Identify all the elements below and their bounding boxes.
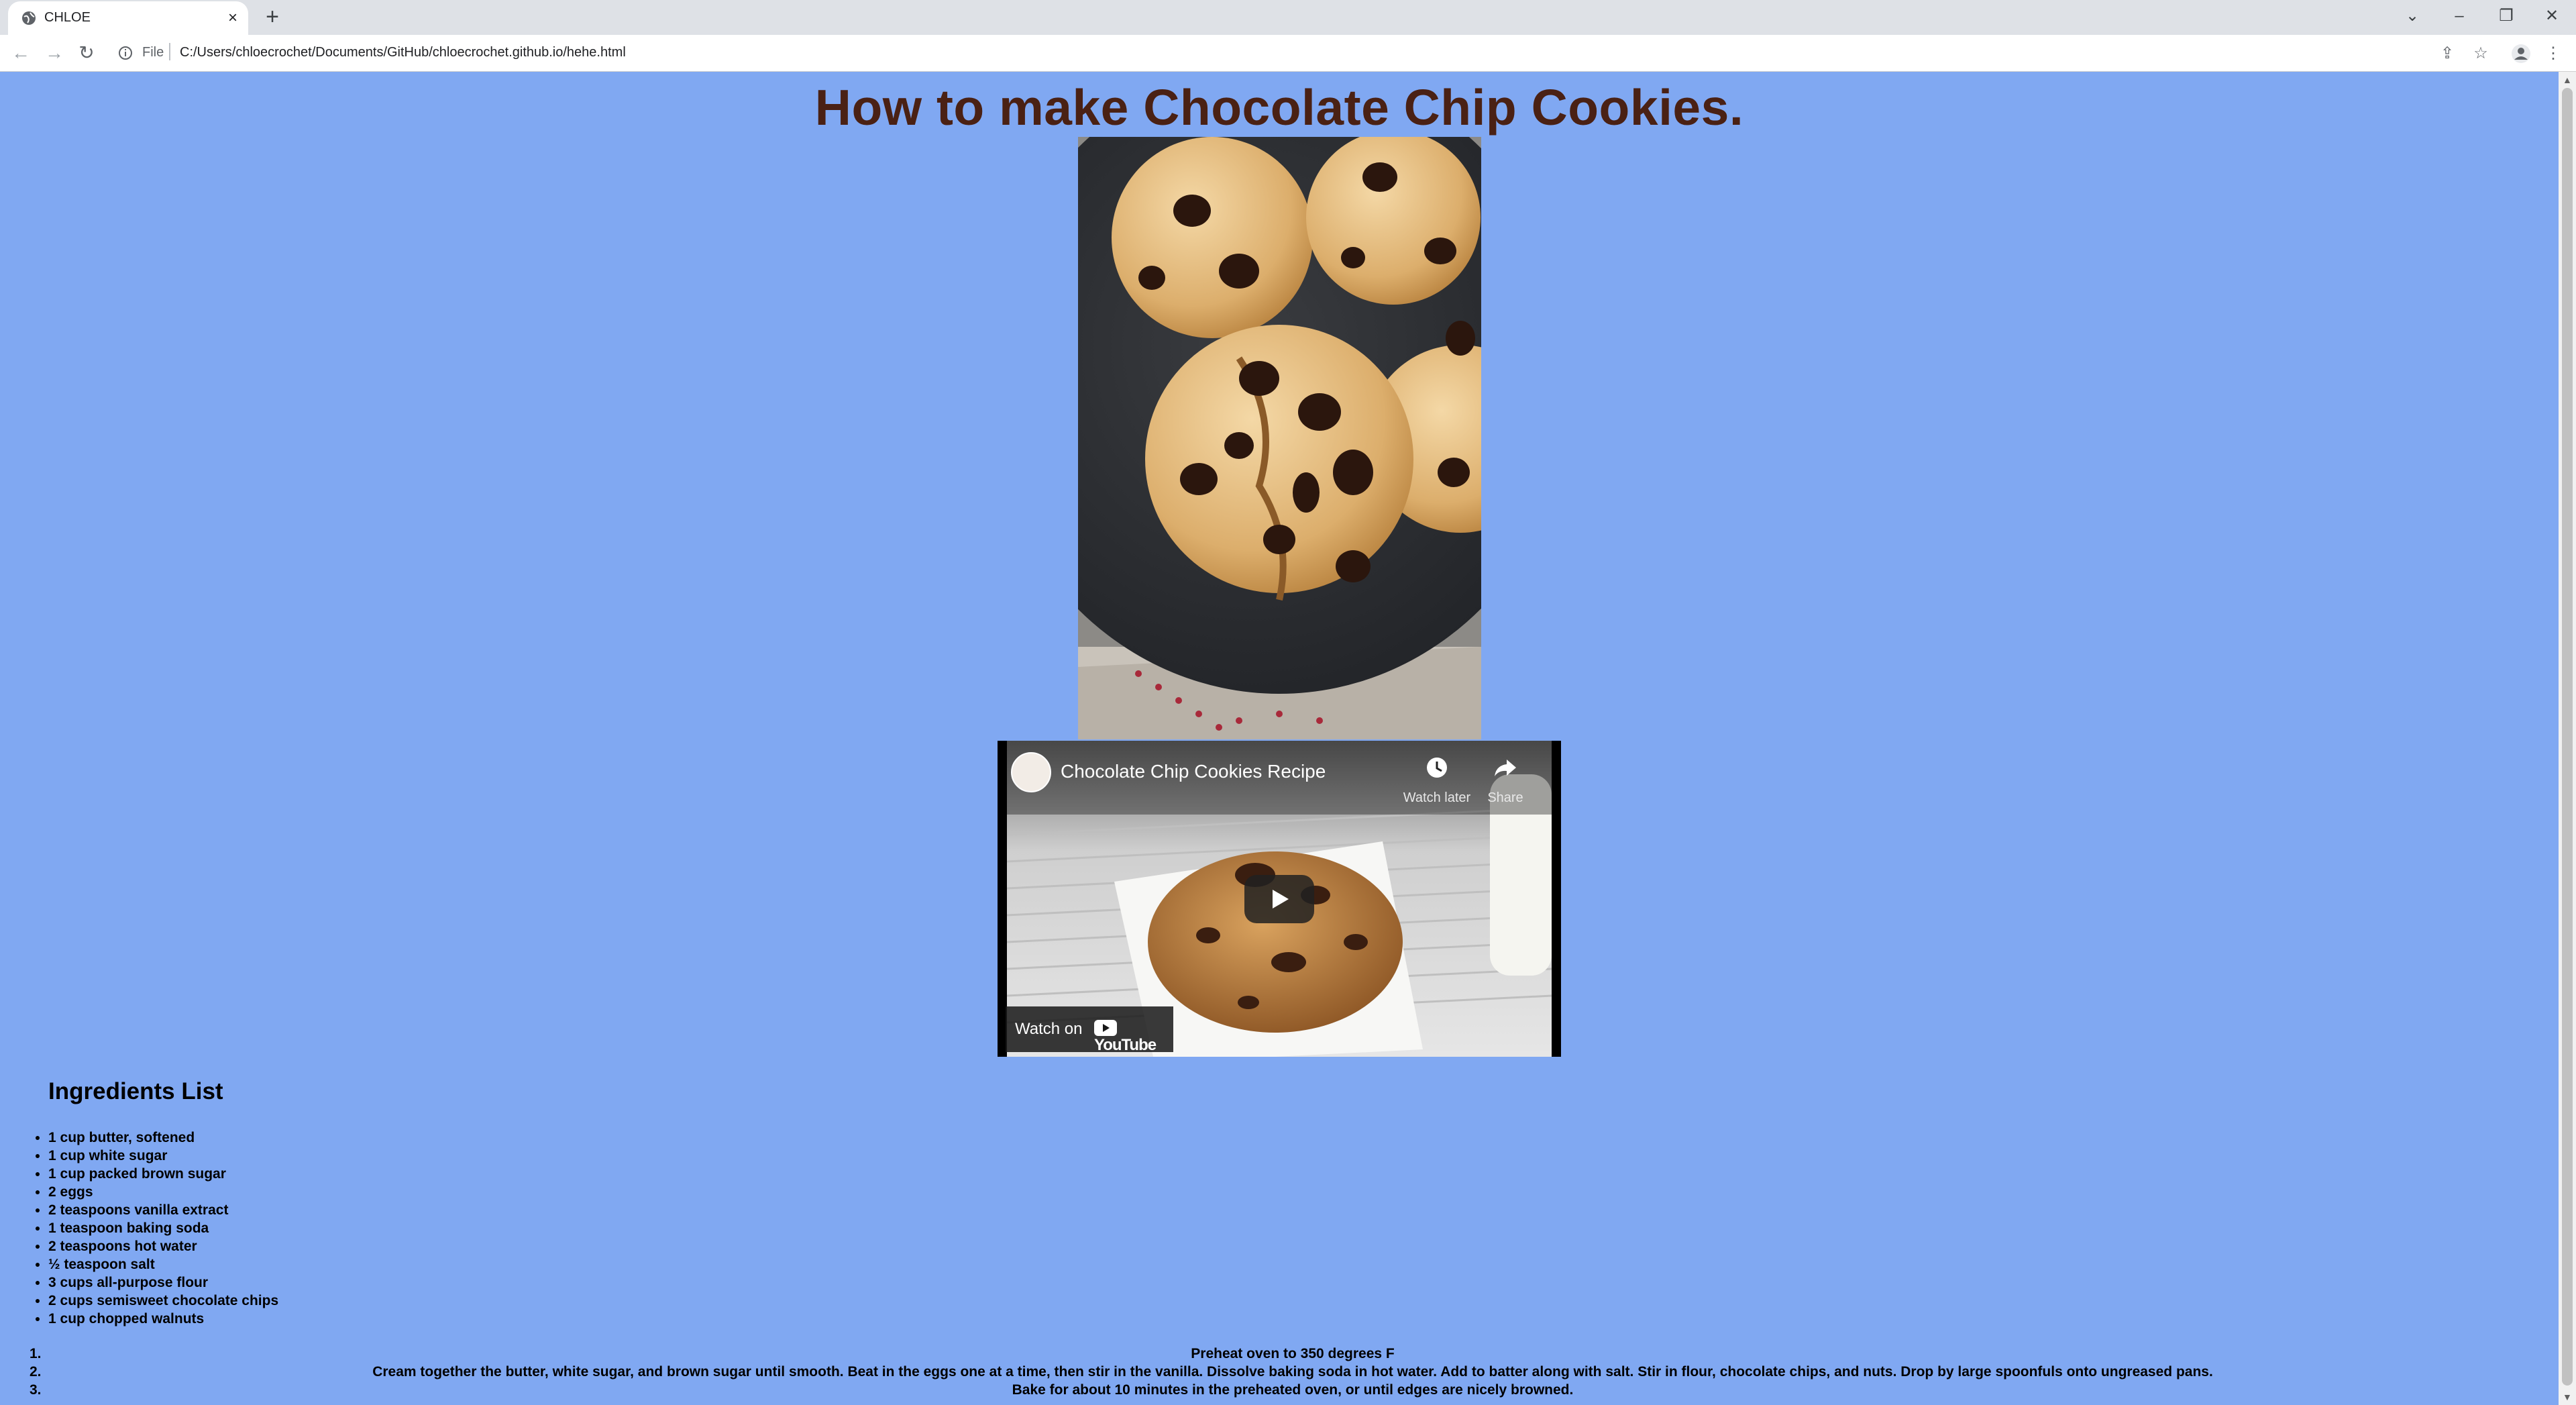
browser-tab[interactable]: CHLOE × bbox=[8, 1, 248, 35]
vertical-scrollbar[interactable]: ▲ ▼ bbox=[2559, 72, 2576, 1405]
info-icon[interactable] bbox=[118, 46, 133, 60]
watch-later-label: Watch later bbox=[1403, 790, 1471, 805]
clock-icon bbox=[1427, 758, 1447, 778]
profile-avatar-icon[interactable] bbox=[2510, 43, 2532, 64]
ingredient-item: 1 cup butter, softened bbox=[48, 1129, 278, 1147]
tab-search-chevron-icon[interactable]: ⌄ bbox=[2396, 4, 2428, 28]
page-title: How to make Chocolate Chip Cookies. bbox=[814, 79, 1744, 136]
ingredient-item: 2 teaspoons hot water bbox=[48, 1237, 278, 1255]
ingredients-list: 1 cup butter, softened 1 cup white sugar… bbox=[48, 1129, 278, 1328]
ingredient-item: 1 cup white sugar bbox=[48, 1147, 278, 1165]
youtube-wordmark: YouTube bbox=[1094, 1036, 1157, 1054]
instruction-step: 2. Cream together the butter, white suga… bbox=[0, 1363, 2559, 1381]
scroll-down-arrow-icon[interactable]: ▼ bbox=[2563, 1392, 2572, 1402]
ingredient-item: 2 teaspoons vanilla extract bbox=[48, 1201, 278, 1219]
ingredient-item: 1 cup packed brown sugar bbox=[48, 1165, 278, 1183]
close-window-button[interactable]: ✕ bbox=[2536, 4, 2568, 28]
share-arrow-icon bbox=[1495, 760, 1516, 776]
step-number: 3. bbox=[30, 1382, 42, 1398]
close-tab-icon[interactable]: × bbox=[224, 9, 241, 27]
back-button[interactable]: ← bbox=[9, 42, 32, 64]
ingredient-item: 1 teaspoon baking soda bbox=[48, 1219, 278, 1237]
share-button[interactable]: Share bbox=[1482, 750, 1529, 805]
ingredient-item: 2 cups semisweet chocolate chips bbox=[48, 1292, 278, 1310]
instruction-step: 3. Bake for about 10 minutes in the preh… bbox=[0, 1381, 2559, 1399]
ingredient-item: 3 cups all-purpose flour bbox=[48, 1273, 278, 1292]
ingredient-item: 1 cup chopped walnuts bbox=[48, 1310, 278, 1328]
share-page-icon[interactable]: ⇪ bbox=[2436, 43, 2458, 64]
instructions-list: 1. Preheat oven to 350 degrees F 2. Crea… bbox=[0, 1345, 2559, 1399]
reload-button[interactable]: ↻ bbox=[75, 42, 98, 64]
play-button[interactable] bbox=[1244, 875, 1314, 923]
scrollbar-thumb[interactable] bbox=[2562, 88, 2573, 1386]
globe-icon bbox=[22, 11, 36, 25]
minimize-button[interactable]: – bbox=[2443, 4, 2475, 28]
watch-on-youtube-button[interactable]: Watch on YouTube bbox=[1006, 1006, 1173, 1055]
youtube-video-embed[interactable]: Chocolate Chip Cookies Recipe Watch late… bbox=[998, 741, 1561, 1057]
bookmark-star-icon[interactable]: ☆ bbox=[2470, 43, 2491, 64]
browser-toolbar: ← → ↻ File C:/Users/chloecrochet/Documen… bbox=[0, 35, 2576, 72]
new-tab-button[interactable]: + bbox=[260, 5, 284, 30]
tab-title: CHLOE bbox=[44, 10, 91, 25]
ingredients-heading: Ingredients List bbox=[48, 1078, 223, 1104]
tab-bar: CHLOE × + ⌄ – ❐ ✕ bbox=[0, 0, 2576, 35]
step-text: Preheat oven to 350 degrees F bbox=[1191, 1346, 1395, 1361]
restore-button[interactable]: ❐ bbox=[2490, 4, 2522, 28]
instruction-step: 1. Preheat oven to 350 degrees F bbox=[0, 1345, 2559, 1363]
video-title[interactable]: Chocolate Chip Cookies Recipe bbox=[1061, 761, 1326, 782]
step-number: 1. bbox=[30, 1346, 42, 1361]
watch-later-button[interactable]: Watch later bbox=[1400, 750, 1474, 805]
youtube-play-icon bbox=[1094, 1020, 1117, 1036]
cookie-photo bbox=[1078, 137, 1481, 739]
page-body: How to make Chocolate Chip Cookies. Choc… bbox=[0, 72, 2559, 1405]
ingredient-item: ½ teaspoon salt bbox=[48, 1255, 278, 1273]
ingredient-item: 2 eggs bbox=[48, 1183, 278, 1201]
kebab-menu-icon[interactable]: ⋮ bbox=[2545, 43, 2561, 64]
url-scheme-label: File bbox=[142, 45, 164, 60]
scroll-up-arrow-icon[interactable]: ▲ bbox=[2563, 74, 2572, 85]
step-text: Cream together the butter, white sugar, … bbox=[372, 1364, 2213, 1380]
step-number: 2. bbox=[30, 1364, 42, 1380]
url-text[interactable]: C:/Users/chloecrochet/Documents/GitHub/c… bbox=[180, 45, 626, 60]
forward-button[interactable]: → bbox=[43, 42, 66, 64]
channel-avatar[interactable] bbox=[1011, 752, 1051, 792]
url-separator bbox=[169, 43, 170, 60]
youtube-logo: YouTube bbox=[1094, 1020, 1173, 1055]
share-label: Share bbox=[1487, 790, 1523, 805]
step-text: Bake for about 10 minutes in the preheat… bbox=[1012, 1382, 1574, 1398]
watch-on-label: Watch on bbox=[1015, 1020, 1083, 1038]
